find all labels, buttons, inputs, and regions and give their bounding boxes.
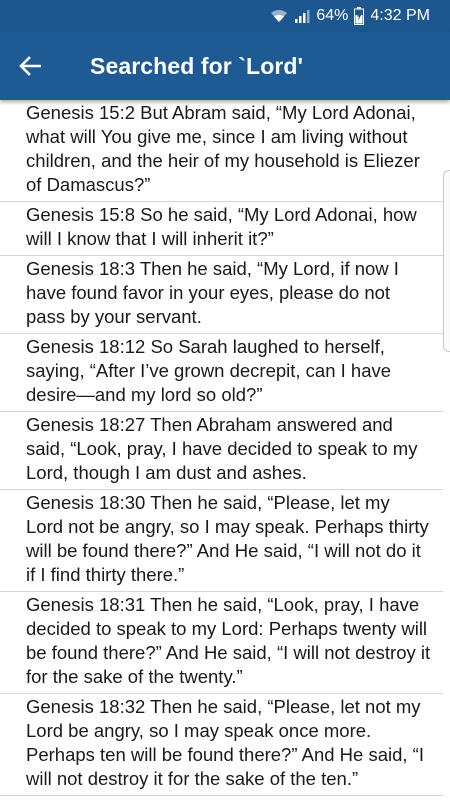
battery-percent: 64% <box>316 7 349 24</box>
list-item[interactable]: Genesis 18:12 So Sarah laughed to hersel… <box>0 334 443 412</box>
status-bar: 64% 4:32 PM <box>0 0 450 32</box>
wifi-icon <box>270 8 288 24</box>
clock: 4:32 PM <box>370 7 430 24</box>
arrow-left-icon <box>19 56 41 76</box>
signal-icon <box>294 8 310 24</box>
list-item[interactable]: Genesis 18:32 Then he said, “Please, let… <box>0 694 443 796</box>
edge-panel-handle[interactable] <box>443 170 450 352</box>
app-bar: Searched for `Lord' <box>0 32 450 100</box>
list-item[interactable]: Genesis 18:27 Then Abraham answered and … <box>0 412 443 490</box>
battery-charging-icon <box>354 7 365 25</box>
back-button[interactable] <box>0 32 60 100</box>
search-results-list[interactable]: Genesis 15:2 But Abram said, “My Lord Ad… <box>0 100 450 800</box>
list-item[interactable]: Genesis 18:30 Then he said, “Please, let… <box>0 490 443 592</box>
list-item[interactable]: Genesis 18:3 Then he said, “My Lord, if … <box>0 256 443 334</box>
list-item[interactable]: Genesis 15:2 But Abram said, “My Lord Ad… <box>0 100 443 202</box>
page-title: Searched for `Lord' <box>90 52 304 79</box>
list-item[interactable]: Genesis 18:31 Then he said, “Look, pray,… <box>0 592 443 694</box>
list-item[interactable]: Genesis 15:8 So he said, “My Lord Adonai… <box>0 202 443 256</box>
